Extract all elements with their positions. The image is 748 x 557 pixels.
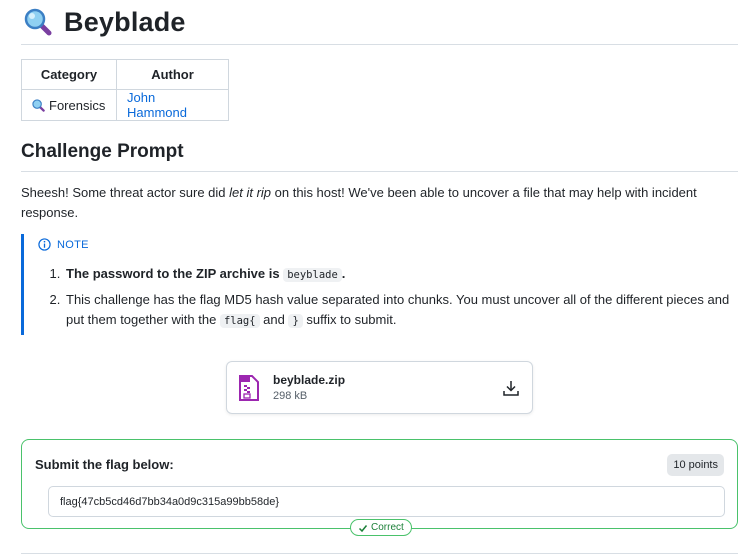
- description-emphasis: let it rip: [229, 185, 272, 200]
- check-icon: [358, 524, 368, 532]
- flag-suffix-code: }: [288, 314, 303, 328]
- correct-status-badge: Correct: [350, 519, 412, 536]
- note-item-2-end: suffix to submit.: [302, 312, 397, 327]
- zip-file-icon: [239, 374, 259, 401]
- challenge-description: Sheesh! Some threat actor sure did let i…: [21, 183, 721, 223]
- note-header: NOTE: [38, 238, 738, 251]
- note-callout: NOTE The password to the ZIP archive is …: [21, 234, 738, 335]
- points-badge: 10 points: [667, 454, 724, 476]
- challenge-meta-table: Category Author Forensics John Hammond: [21, 59, 229, 121]
- magnifying-glass-icon: [24, 8, 52, 36]
- correct-status-text: Correct: [371, 522, 404, 533]
- flag-submit-label: Submit the flag below:: [35, 457, 174, 472]
- author-link[interactable]: John Hammond: [127, 90, 187, 120]
- category-value: Forensics: [49, 97, 106, 113]
- title-row: Beyblade: [21, 0, 738, 45]
- bottom-divider: [21, 553, 738, 554]
- download-icon[interactable]: [502, 379, 520, 397]
- zip-password-code: beyblade: [283, 268, 342, 282]
- note-item-flag-format: This challenge has the flag MD5 hash val…: [64, 290, 738, 331]
- challenge-page: Beyblade Category Author Forensics John …: [21, 0, 738, 554]
- magnifying-glass-icon: [32, 98, 45, 112]
- file-info: beyblade.zip 298 kB: [273, 373, 502, 402]
- flag-prefix-code: flag{: [219, 314, 260, 328]
- note-item-1-text: The password to the ZIP archive is: [66, 266, 284, 281]
- flag-submission-box: Submit the flag below: 10 points flag{47…: [21, 439, 738, 536]
- author-cell: John Hammond: [116, 89, 229, 121]
- note-item-1-end: .: [341, 266, 346, 281]
- note-item-2-text: This challenge has the flag MD5 hash val…: [66, 292, 730, 327]
- file-name: beyblade.zip: [273, 373, 346, 387]
- note-label: NOTE: [57, 238, 89, 251]
- flag-input[interactable]: flag{47cb5cd46d7bb34a0d9c315a99bb58de}: [48, 486, 725, 517]
- category-cell: Forensics: [21, 89, 117, 121]
- note-list: The password to the ZIP archive is beybl…: [38, 264, 738, 331]
- section-heading: Challenge Prompt: [21, 141, 738, 172]
- page-title: Beyblade: [64, 6, 186, 37]
- note-item-2-mid: and: [259, 312, 289, 327]
- author-header: Author: [116, 59, 229, 90]
- description-text-start: Sheesh! Some threat actor sure did: [21, 185, 230, 200]
- category-header: Category: [21, 59, 117, 90]
- note-item-password: The password to the ZIP archive is beybl…: [64, 264, 738, 285]
- file-size: 298 kB: [273, 390, 308, 402]
- info-icon: [38, 238, 51, 251]
- file-download-card[interactable]: beyblade.zip 298 kB: [226, 361, 533, 414]
